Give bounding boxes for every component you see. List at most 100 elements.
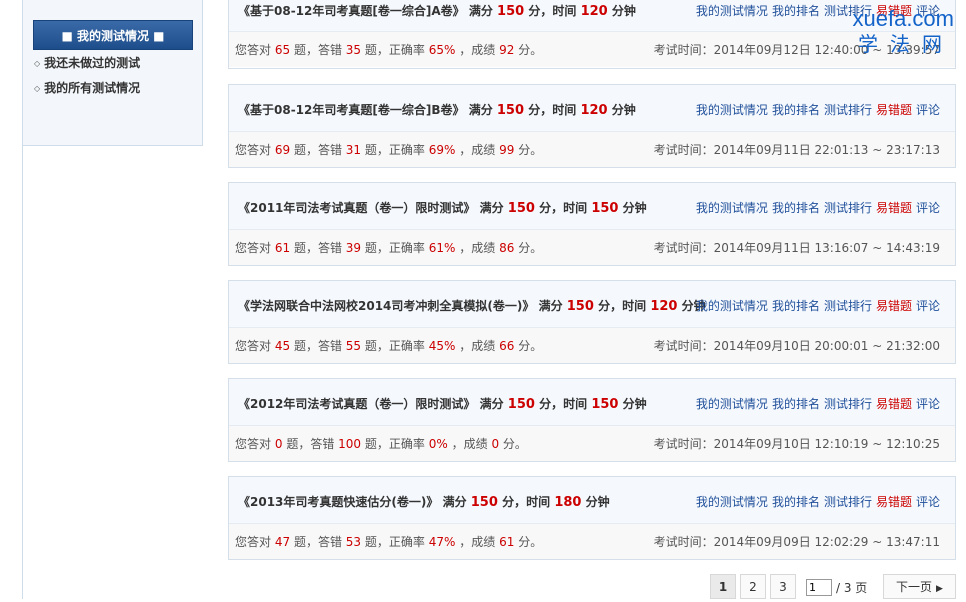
comment-link[interactable]: 评论 [916,299,940,313]
wrong-count: 55 [345,339,362,353]
exam-time: 考试时间：2014年09月10日 12:10:19 ~ 12:10:25 [654,435,940,452]
my-test-status-link[interactable]: 我的测试情况 [696,201,768,215]
exam-time-label: 考试时间： [653,535,714,549]
my-ranking-link[interactable]: 我的排名 [772,103,820,117]
test-card-links: 我的测试情况 我的排名 测试排行 易错题 评论 [692,101,940,118]
wrong-count: 39 [345,241,362,255]
error-prone-link[interactable]: 易错题 [876,397,912,411]
test-leaderboard-link[interactable]: 测试排行 [824,4,872,18]
comment-link[interactable]: 评论 [916,495,940,509]
exam-time-value: 2014年09月11日 13:16:07 ~ 14:43:19 [713,241,940,255]
answered-right-label: 您答对 [235,437,272,451]
answered-right-label: 您答对 [235,241,272,255]
exam-time-value: 2014年09月12日 12:40:00 ~ 13:39:57 [713,43,940,57]
test-leaderboard-link[interactable]: 测试排行 [824,201,872,215]
test-title[interactable]: 《学法网联合中法网校2014司考冲刺全真模拟(卷一)》 [238,299,534,313]
points-label: 分 [528,4,541,18]
points-label: 分 [539,397,552,411]
comment-link[interactable]: 评论 [916,103,940,117]
time-limit-label: ，时间 [540,4,577,18]
test-card-links: 我的测试情况 我的排名 测试排行 易错题 评论 [692,297,940,314]
score-label: ，成绩 [459,241,496,255]
test-card-header: 《2013年司考真题快速估分(卷一)》 满分 150 分，时间 180 分钟 我… [229,477,955,524]
test-title-line: 《2011年司法考试真题（卷一）限时测试》 满分 150 分，时间 150 分钟 [238,199,647,216]
my-test-status-link[interactable]: 我的测试情况 [696,299,768,313]
test-card-header: 《学法网联合中法网校2014司考冲刺全真模拟(卷一)》 满分 150 分，时间 … [229,281,955,328]
error-prone-link[interactable]: 易错题 [876,495,912,509]
test-card-result: 您答对 0 题，答错 100 题，正确率 0% ，成绩 0 分。 考试时间：20… [229,426,955,461]
full-score-label: 满分 [442,495,467,509]
time-limit-value: 120 [650,299,678,314]
score-label: ，成绩 [459,143,496,157]
my-ranking-link[interactable]: 我的排名 [772,4,820,18]
accuracy-value: 61% [428,241,456,255]
test-card-links: 我的测试情况 我的排名 测试排行 易错题 评论 [692,199,940,216]
score-unit-label: 分。 [518,43,543,57]
page-2-button[interactable]: 2 [740,574,766,599]
test-card-links: 我的测试情况 我的排名 测试排行 易错题 评论 [692,2,940,19]
sidebar-link-all-tests[interactable]: ◇ 我的所有测试情况 [34,80,140,105]
score-label: ，成绩 [459,339,496,353]
comment-link[interactable]: 评论 [916,397,940,411]
wrong-count: 100 [338,437,362,451]
answered-right-label: 您答对 [235,339,272,353]
my-test-status-link[interactable]: 我的测试情况 [696,495,768,509]
sidebar: ■ 我的测试情况 ■ ◇ 我还未做过的测试 ◇ 我的所有测试情况 [22,0,203,146]
time-limit-label: ，时间 [540,103,577,117]
test-leaderboard-link[interactable]: 测试排行 [824,495,872,509]
exam-time-value: 2014年09月10日 20:00:01 ~ 21:32:00 [713,339,940,353]
wrong-label: 题，答错 [293,241,342,255]
test-title[interactable]: 《2012年司法考试真题（卷一）限时测试》 [238,397,475,411]
time-limit-value: 120 [580,103,608,118]
page-1-button[interactable]: 1 [710,574,736,599]
test-leaderboard-link[interactable]: 测试排行 [824,103,872,117]
test-title[interactable]: 《2011年司法考试真题（卷一）限时测试》 [238,201,475,215]
test-leaderboard-link[interactable]: 测试排行 [824,299,872,313]
test-leaderboard-link[interactable]: 测试排行 [824,397,872,411]
time-limit-label: ，时间 [551,201,588,215]
full-score-label: 满分 [479,201,504,215]
my-ranking-link[interactable]: 我的排名 [772,299,820,313]
comment-link[interactable]: 评论 [916,201,940,215]
page-number-input[interactable] [806,579,832,596]
accuracy-value: 45% [428,339,456,353]
my-test-status-link[interactable]: 我的测试情况 [696,397,768,411]
error-prone-link[interactable]: 易错题 [876,201,912,215]
test-title-line: 《基于08-12年司考真题[卷一综合]B卷》 满分 150 分，时间 120 分… [238,101,636,118]
wrong-label: 题，答错 [293,43,342,57]
exam-time: 考试时间：2014年09月11日 22:01:13 ~ 23:17:13 [654,141,940,158]
sidebar-link-untaken-tests[interactable]: ◇ 我还未做过的测试 [34,55,140,80]
page-3-button[interactable]: 3 [770,574,796,599]
diamond-bullet-icon: ◇ [34,84,41,93]
test-card: 《2013年司考真题快速估分(卷一)》 满分 150 分，时间 180 分钟 我… [228,476,956,560]
comment-link[interactable]: 评论 [916,4,940,18]
score-value: 99 [499,143,515,157]
my-test-status-link[interactable]: 我的测试情况 [696,4,768,18]
points-label: 分 [502,495,515,509]
accuracy-value: 47% [428,535,456,549]
next-page-label: 下一页 [896,580,933,594]
answered-right-label: 您答对 [235,143,272,157]
accuracy-value: 69% [428,143,456,157]
exam-time: 考试时间：2014年09月09日 12:02:29 ~ 13:47:11 [654,533,940,550]
error-prone-link[interactable]: 易错题 [876,103,912,117]
right-count: 61 [274,241,291,255]
right-count: 45 [274,339,291,353]
score-value: 92 [499,43,515,57]
test-title[interactable]: 《2013年司考真题快速估分(卷一)》 [238,495,438,509]
full-score-value: 150 [497,4,525,19]
my-ranking-link[interactable]: 我的排名 [772,495,820,509]
exam-time-label: 考试时间： [653,143,714,157]
test-card-result: 您答对 47 题，答错 53 题，正确率 47% ，成绩 61 分。 考试时间：… [229,524,955,559]
my-test-status-link[interactable]: 我的测试情况 [696,103,768,117]
my-ranking-link[interactable]: 我的排名 [772,397,820,411]
test-title[interactable]: 《基于08-12年司考真题[卷一综合]B卷》 [238,103,465,117]
error-prone-link[interactable]: 易错题 [876,4,912,18]
my-ranking-link[interactable]: 我的排名 [772,201,820,215]
next-page-button[interactable]: 下一页 ▶ [883,574,956,599]
error-prone-link[interactable]: 易错题 [876,299,912,313]
test-title[interactable]: 《基于08-12年司考真题[卷一综合]A卷》 [238,4,465,18]
exam-time-value: 2014年09月10日 12:10:19 ~ 12:10:25 [713,437,940,451]
full-score-label: 满分 [538,299,563,313]
accuracy-value: 65% [428,43,456,57]
